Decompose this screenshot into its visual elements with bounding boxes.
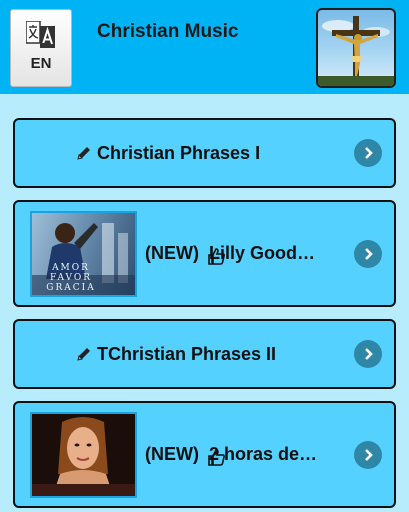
language-code: EN	[30, 55, 52, 72]
pencil-icon	[77, 348, 90, 361]
list-item-christian-phrases-1[interactable]: Christian Phrases I	[13, 118, 396, 188]
list-item-christian-phrases-2[interactable]: TChristian Phrases II	[13, 319, 396, 389]
list-item-label: (NEW) 2 horas de…	[145, 444, 318, 464]
thumbs-up-icon	[208, 449, 225, 466]
chevron-right-icon[interactable]	[354, 139, 382, 167]
app-title: Christian Music	[97, 21, 239, 42]
list-item-label: TChristian Phrases II	[75, 321, 276, 387]
list-item-lilly-goodman[interactable]: AMOR FAVOR GRACIA (NEW) Lilly Good…	[13, 200, 396, 307]
chevron-right-icon[interactable]	[354, 340, 382, 368]
list-item-label: (NEW) Lilly Good…	[145, 243, 315, 263]
language-button[interactable]: EN	[10, 9, 72, 87]
list-item-2-horas[interactable]: (NEW) 2 horas de…	[13, 401, 396, 508]
album-cover-text: AMOR FAVOR GRACIA	[46, 263, 96, 293]
thumbs-up-icon	[208, 248, 225, 265]
chevron-right-icon[interactable]	[354, 440, 382, 469]
singer-photo-thumbnail	[30, 412, 137, 498]
pencil-icon	[77, 147, 90, 160]
chevron-right-icon[interactable]	[354, 239, 382, 268]
list-item-label: Christian Phrases I	[75, 120, 260, 186]
album-cover-thumbnail: AMOR FAVOR GRACIA	[30, 211, 137, 297]
crucifix-image	[316, 8, 396, 88]
app-header: EN Christian Music	[0, 0, 409, 94]
translate-icon	[26, 21, 55, 48]
